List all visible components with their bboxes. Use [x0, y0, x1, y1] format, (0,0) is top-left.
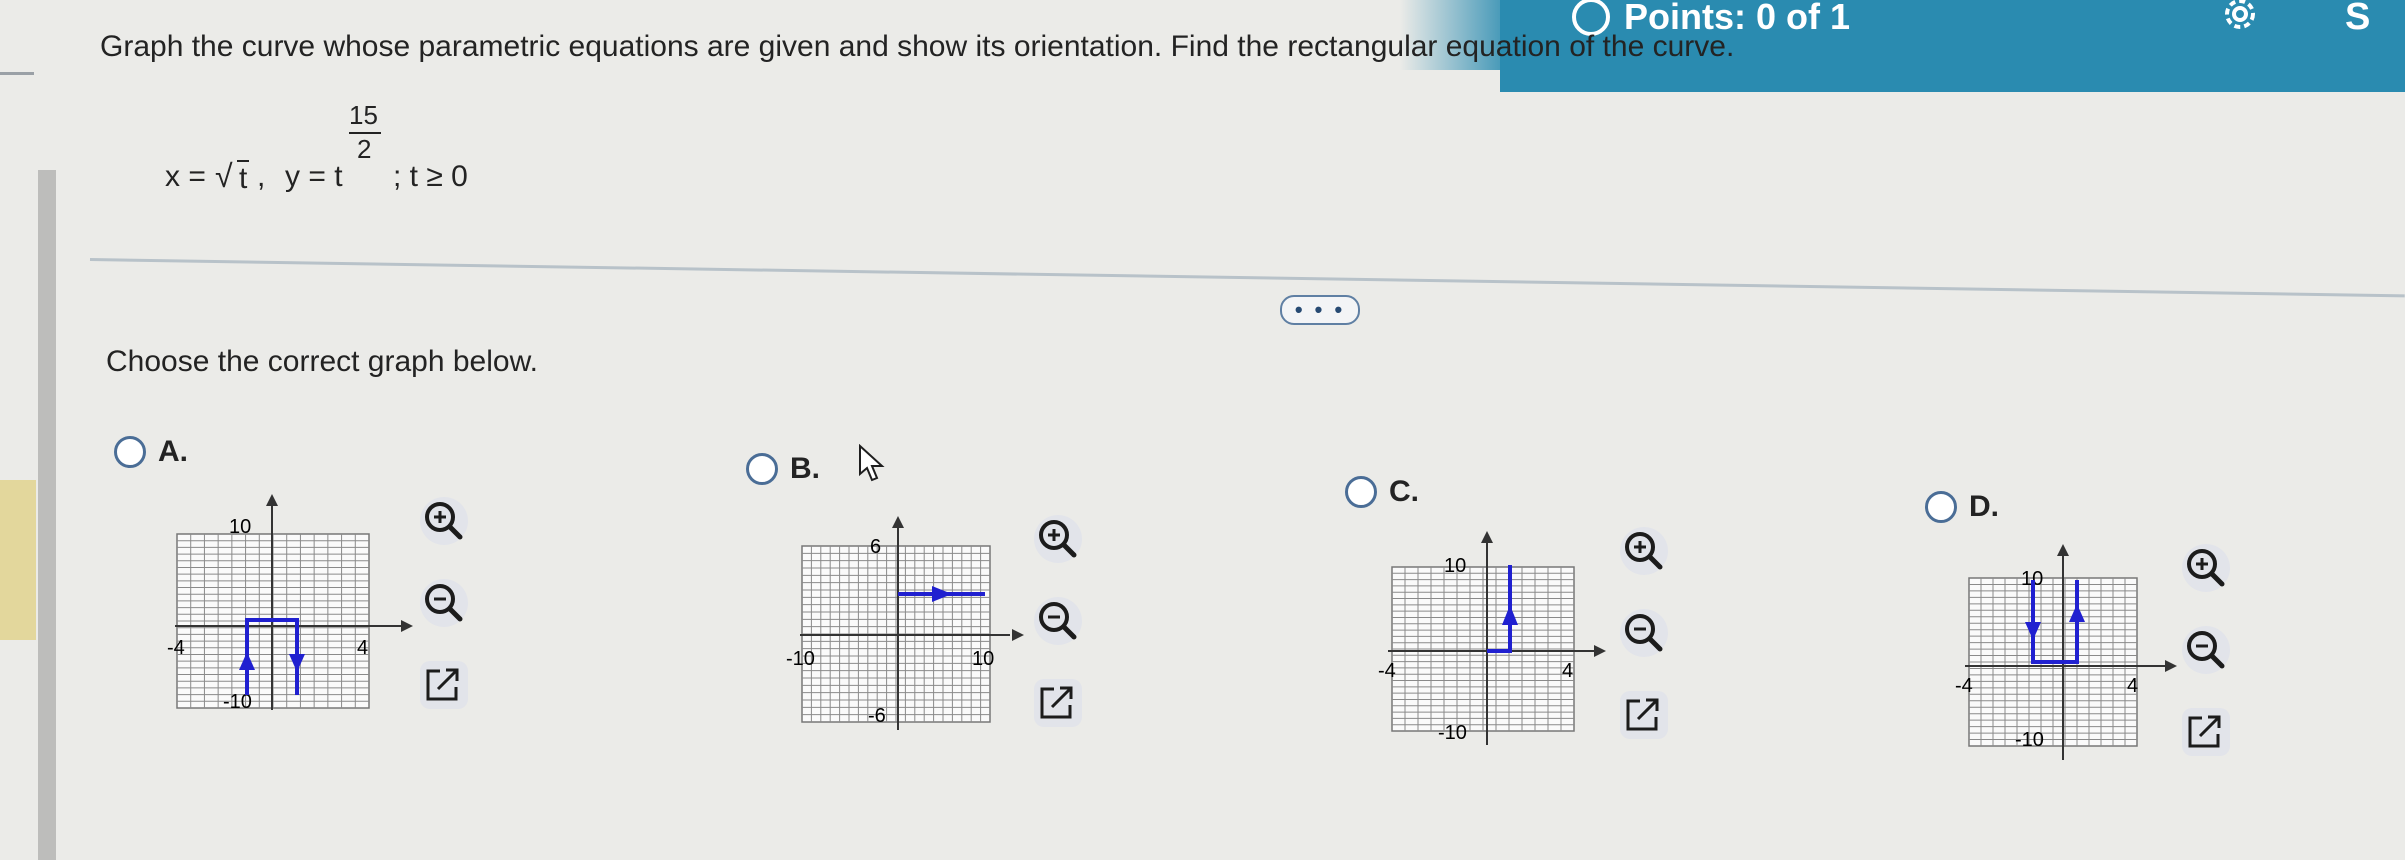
zoom-in-icon[interactable] — [1032, 513, 1086, 567]
y-lhs: y = t — [285, 160, 343, 193]
mouse-cursor-icon — [858, 443, 886, 484]
tick-label-top: 10 — [229, 516, 251, 538]
tick-label-left: -4 — [1378, 660, 1396, 682]
radio-button[interactable] — [746, 453, 778, 485]
tick-label-top: 6 — [870, 536, 881, 558]
option-label: B. — [790, 452, 820, 485]
graph-b[interactable]: 6 -10 10 -6 — [780, 510, 1040, 740]
grid — [1391, 566, 1575, 732]
radio-button[interactable] — [114, 436, 146, 468]
zoom-out-icon[interactable] — [418, 577, 472, 631]
open-external-icon[interactable] — [1618, 689, 1672, 743]
zoom-in-icon[interactable] — [418, 495, 472, 549]
option-label: C. — [1389, 475, 1419, 508]
comma: , — [257, 160, 266, 193]
option-c[interactable]: C. — [1345, 475, 1419, 509]
tick-label-right: 10 — [972, 648, 994, 670]
open-external-icon[interactable] — [418, 659, 472, 713]
y-axis-arrow — [266, 494, 278, 506]
option-label: D. — [1969, 490, 1999, 523]
x-axis-arrow — [1012, 629, 1024, 641]
option-a[interactable]: A. — [114, 435, 188, 469]
side-tab[interactable] — [0, 480, 36, 640]
sqrt-sign: √ — [215, 158, 233, 194]
radio-button[interactable] — [1925, 491, 1957, 523]
corner-menu-label[interactable]: S — [2345, 0, 2405, 38]
tick-label-right: 4 — [357, 637, 368, 659]
y-axis-arrow — [2057, 544, 2069, 556]
zoom-in-icon[interactable] — [1618, 525, 1672, 579]
open-external-icon[interactable] — [1032, 677, 1086, 731]
y-axis-arrow — [892, 516, 904, 528]
tick-label-bottom: -10 — [2015, 729, 2044, 751]
tick-label-left: -4 — [1955, 675, 1973, 697]
tick-label-top: 10 — [1444, 555, 1466, 577]
tick-label-bottom: -10 — [1438, 722, 1467, 744]
x-lhs: x = — [165, 160, 206, 193]
sqrt-arg: t — [237, 160, 250, 195]
option-d[interactable]: D. — [1925, 490, 1999, 524]
x-axis-arrow — [401, 620, 413, 632]
tick-label-right: 4 — [2127, 675, 2138, 697]
divider — [89, 258, 2405, 298]
graph-c[interactable]: 10 -4 4 -10 — [1378, 525, 1638, 755]
exponent-denominator: 2 — [357, 134, 372, 164]
scrollbar[interactable] — [38, 170, 56, 860]
prompt-text: Choose the correct graph below. — [106, 345, 538, 378]
open-external-icon[interactable] — [2180, 706, 2234, 760]
gear-icon[interactable] — [2220, 0, 2260, 34]
tick-label-bottom: -6 — [868, 705, 886, 727]
graph-a[interactable]: 10 -4 4 -10 — [165, 490, 425, 720]
question-text: Graph the curve whose parametric equatio… — [100, 30, 1735, 63]
tick-label-right: 4 — [1562, 660, 1573, 682]
zoom-out-icon[interactable] — [1032, 595, 1086, 649]
x-axis-arrow — [1594, 645, 1606, 657]
tick-label-left: -4 — [167, 637, 185, 659]
x-axis-arrow — [2165, 660, 2177, 672]
option-label: A. — [158, 435, 188, 468]
y-axis-arrow — [1481, 531, 1493, 543]
exponent-numerator: 15 — [349, 100, 378, 130]
zoom-out-icon[interactable] — [1618, 607, 1672, 661]
zoom-out-icon[interactable] — [2180, 624, 2234, 678]
graph-d[interactable]: 10 -4 4 -10 — [1955, 540, 2215, 770]
back-arrow-icon[interactable] — [0, 72, 34, 75]
condition: ; t ≥ 0 — [393, 160, 468, 193]
option-b[interactable]: B. — [746, 452, 820, 486]
zoom-in-icon[interactable] — [2180, 542, 2234, 596]
radio-button[interactable] — [1345, 476, 1377, 508]
more-button[interactable]: • • • — [1280, 295, 1360, 325]
tick-label-left: -10 — [786, 648, 815, 670]
